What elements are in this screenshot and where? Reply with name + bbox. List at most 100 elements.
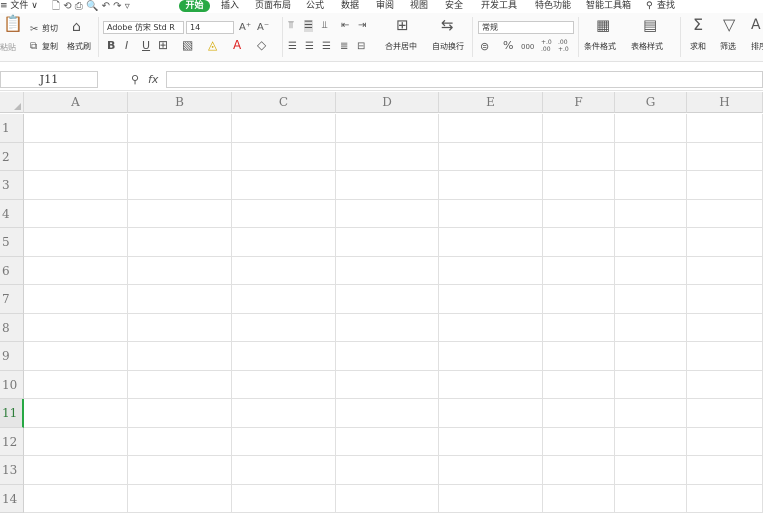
- cell-A8[interactable]: [24, 313, 128, 342]
- menu-insert[interactable]: 插入: [221, 0, 239, 13]
- decrease-decimal-button[interactable]: .00 +.0: [558, 39, 572, 53]
- cell-C7[interactable]: [232, 285, 336, 314]
- copy-icon[interactable]: ⧉: [30, 41, 37, 53]
- cell-E5[interactable]: [439, 228, 543, 257]
- cell-F14[interactable]: [543, 484, 615, 513]
- cell-B8[interactable]: [128, 313, 232, 342]
- cell-G12[interactable]: [615, 427, 687, 456]
- row-header-14[interactable]: 14: [0, 484, 24, 513]
- filter-button[interactable]: 筛选: [720, 42, 736, 52]
- cell-G2[interactable]: [615, 142, 687, 171]
- row-header-7[interactable]: 7: [0, 285, 24, 314]
- distributed-icon[interactable]: ⊟: [357, 41, 365, 53]
- cell-F10[interactable]: [543, 370, 615, 399]
- cell-H8[interactable]: [687, 313, 763, 342]
- menu-developer[interactable]: 开发工具: [481, 0, 517, 13]
- cell-C5[interactable]: [232, 228, 336, 257]
- cell-G1[interactable]: [615, 114, 687, 143]
- align-middle-icon[interactable]: ☰: [304, 20, 313, 32]
- cell-F5[interactable]: [543, 228, 615, 257]
- column-header-b[interactable]: B: [128, 92, 232, 113]
- grow-font-icon[interactable]: A⁺: [239, 22, 251, 34]
- cell-B11[interactable]: [128, 399, 232, 428]
- cell-D3[interactable]: [336, 171, 439, 200]
- cell-E11[interactable]: [439, 399, 543, 428]
- cell-A1[interactable]: [24, 114, 128, 143]
- cell-A10[interactable]: [24, 370, 128, 399]
- cell-A4[interactable]: [24, 199, 128, 228]
- cell-D5[interactable]: [336, 228, 439, 257]
- cell-B1[interactable]: [128, 114, 232, 143]
- cell-H10[interactable]: [687, 370, 763, 399]
- cell-E10[interactable]: [439, 370, 543, 399]
- cell-B10[interactable]: [128, 370, 232, 399]
- column-header-g[interactable]: G: [615, 92, 687, 113]
- font-color-icon[interactable]: A: [233, 39, 241, 51]
- wrap-icon[interactable]: ⇆: [441, 18, 454, 33]
- column-header-f[interactable]: F: [543, 92, 615, 113]
- cell-A3[interactable]: [24, 171, 128, 200]
- menu-file[interactable]: ≡ 文件 ∨: [0, 0, 38, 13]
- cell-B6[interactable]: [128, 256, 232, 285]
- cell-B13[interactable]: [128, 456, 232, 485]
- cell-G5[interactable]: [615, 228, 687, 257]
- cell-H6[interactable]: [687, 256, 763, 285]
- cell-H5[interactable]: [687, 228, 763, 257]
- cell-H11[interactable]: [687, 399, 763, 428]
- column-header-a[interactable]: A: [24, 92, 128, 113]
- row-header-9[interactable]: 9: [0, 342, 24, 371]
- scissors-icon[interactable]: ✂: [30, 24, 38, 36]
- cell-D8[interactable]: [336, 313, 439, 342]
- cell-C13[interactable]: [232, 456, 336, 485]
- row-header-2[interactable]: 2: [0, 142, 24, 171]
- cell-F1[interactable]: [543, 114, 615, 143]
- cell-G9[interactable]: [615, 342, 687, 371]
- menu-start[interactable]: 开始: [179, 0, 210, 12]
- cell-E6[interactable]: [439, 256, 543, 285]
- cell-D12[interactable]: [336, 427, 439, 456]
- cell-A9[interactable]: [24, 342, 128, 371]
- cell-C3[interactable]: [232, 171, 336, 200]
- sort-button[interactable]: 排序: [751, 42, 763, 52]
- cell-B5[interactable]: [128, 228, 232, 257]
- cell-G7[interactable]: [615, 285, 687, 314]
- cell-D10[interactable]: [336, 370, 439, 399]
- cell-G13[interactable]: [615, 456, 687, 485]
- menu-page-layout[interactable]: 页面布局: [255, 0, 291, 13]
- cell-H12[interactable]: [687, 427, 763, 456]
- cell-H4[interactable]: [687, 199, 763, 228]
- menu-view[interactable]: 视图: [410, 0, 428, 13]
- cell-G3[interactable]: [615, 171, 687, 200]
- column-header-d[interactable]: D: [336, 92, 439, 113]
- cell-B7[interactable]: [128, 285, 232, 314]
- cell-D2[interactable]: [336, 142, 439, 171]
- cell-A6[interactable]: [24, 256, 128, 285]
- cell-C1[interactable]: [232, 114, 336, 143]
- cell-C12[interactable]: [232, 427, 336, 456]
- select-all-corner[interactable]: [0, 92, 24, 113]
- cell-E8[interactable]: [439, 313, 543, 342]
- merge-icon[interactable]: ⊞: [396, 18, 409, 33]
- menu-formula[interactable]: 公式: [306, 0, 324, 13]
- cell-C4[interactable]: [232, 199, 336, 228]
- row-header-6[interactable]: 6: [0, 256, 24, 285]
- name-box[interactable]: J11: [0, 71, 98, 88]
- column-header-e[interactable]: E: [439, 92, 543, 113]
- cell-C14[interactable]: [232, 484, 336, 513]
- cell-E1[interactable]: [439, 114, 543, 143]
- fill-color-icon[interactable]: ◬: [208, 39, 217, 51]
- quick-access-icons[interactable]: 🗋 ⟲ ⎙ 🔍 ↶ ↷ ▿: [52, 0, 130, 13]
- menu-smart-tools[interactable]: 智能工具箱: [586, 0, 631, 13]
- cell-C11[interactable]: [232, 399, 336, 428]
- row-header-3[interactable]: 3: [0, 171, 24, 200]
- cell-G4[interactable]: [615, 199, 687, 228]
- column-header-c[interactable]: C: [232, 92, 336, 113]
- cell-A14[interactable]: [24, 484, 128, 513]
- cell-A11[interactable]: [24, 399, 128, 428]
- align-right-icon[interactable]: ☰: [322, 41, 331, 53]
- cell-A5[interactable]: [24, 228, 128, 257]
- menu-data[interactable]: 数据: [341, 0, 359, 13]
- table-style-icon[interactable]: ▤: [643, 18, 657, 33]
- cell-B9[interactable]: [128, 342, 232, 371]
- cell-D6[interactable]: [336, 256, 439, 285]
